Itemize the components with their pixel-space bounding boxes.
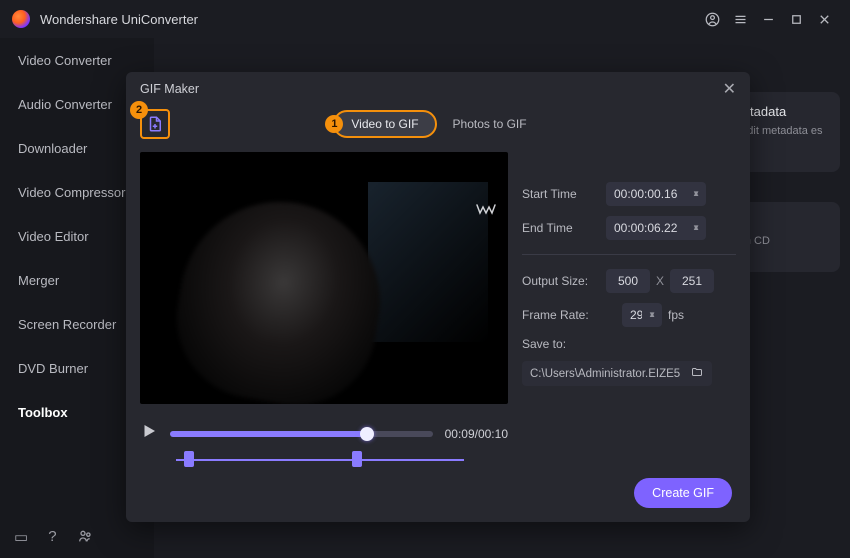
sidebar-item-label: Video Compressor — [18, 185, 125, 200]
output-height-input[interactable] — [670, 269, 714, 293]
save-to-path: C:\Users\Administrator.EIZE5 — [530, 368, 680, 380]
gif-maker-modal: GIF Maker ✕ 2 1 Video to GIF Photos to G… — [126, 72, 750, 522]
frame-rate-input[interactable] — [622, 303, 662, 327]
video-preview-column: 00:09/00:10 — [140, 152, 508, 510]
modal-close-button[interactable]: ✕ — [723, 79, 736, 99]
tab-label: Video to GIF — [351, 117, 418, 131]
video-preview[interactable] — [140, 152, 508, 404]
menu-icon[interactable] — [726, 5, 754, 33]
sidebar-item-label: Video Converter — [18, 53, 112, 68]
create-gif-button[interactable]: Create GIF — [634, 478, 732, 508]
sidebar-item-label: Screen Recorder — [18, 317, 116, 332]
dimension-separator: X — [656, 274, 664, 288]
settings-panel: Start Time ▲▼ End Time ▲▼ Output Size: — [522, 152, 736, 510]
help-icon[interactable]: ? — [48, 528, 56, 548]
watermark-icon — [476, 202, 496, 219]
timeline-slider[interactable] — [170, 431, 433, 437]
tab-label: Photos to GIF — [453, 117, 527, 131]
sidebar-item-label: Audio Converter — [18, 97, 112, 112]
clip-range-slider[interactable] — [176, 451, 464, 469]
step-badge-2: 2 — [130, 101, 148, 119]
step-badge-1: 1 — [325, 115, 343, 133]
end-time-input[interactable] — [606, 216, 706, 240]
output-size-label: Output Size: — [522, 274, 606, 288]
close-window-button[interactable] — [810, 5, 838, 33]
maximize-button[interactable] — [782, 5, 810, 33]
add-file-icon — [146, 115, 164, 133]
frame-rate-label: Frame Rate: — [522, 308, 622, 322]
timeline-knob[interactable] — [360, 427, 374, 441]
sidebar-item-label: Downloader — [18, 141, 87, 156]
app-logo-icon — [12, 10, 30, 28]
fps-unit: fps — [668, 308, 684, 322]
add-file-button[interactable]: 2 — [140, 109, 170, 139]
tab-photos-to-gif[interactable]: Photos to GIF — [437, 110, 543, 138]
tutorial-icon[interactable]: ▭ — [14, 528, 28, 548]
save-to-label: Save to: — [522, 337, 566, 351]
output-width-input[interactable] — [606, 269, 650, 293]
minimize-button[interactable] — [754, 5, 782, 33]
sidebar-item-label: Toolbox — [18, 405, 68, 420]
play-button[interactable] — [140, 422, 158, 445]
app-title: Wondershare UniConverter — [40, 12, 198, 27]
community-icon[interactable] — [77, 528, 93, 548]
timeline-fill — [170, 431, 367, 437]
end-time-label: End Time — [522, 221, 606, 235]
sidebar-item-label: Video Editor — [18, 229, 89, 244]
modal-title: GIF Maker — [140, 82, 199, 96]
range-handle-start[interactable] — [184, 451, 194, 467]
start-time-input[interactable] — [606, 182, 706, 206]
browse-folder-icon[interactable] — [690, 366, 704, 381]
save-to-field[interactable]: C:\Users\Administrator.EIZE5 — [522, 361, 712, 386]
create-gif-label: Create GIF — [652, 486, 714, 500]
title-bar: Wondershare UniConverter — [0, 0, 850, 38]
sidebar-item-label: DVD Burner — [18, 361, 88, 376]
timecode: 00:09/00:10 — [445, 427, 508, 441]
account-icon[interactable] — [698, 5, 726, 33]
sidebar-item-label: Merger — [18, 273, 59, 288]
tab-video-to-gif[interactable]: 1 Video to GIF — [333, 110, 436, 138]
start-time-label: Start Time — [522, 187, 606, 201]
range-handle-end[interactable] — [352, 451, 362, 467]
